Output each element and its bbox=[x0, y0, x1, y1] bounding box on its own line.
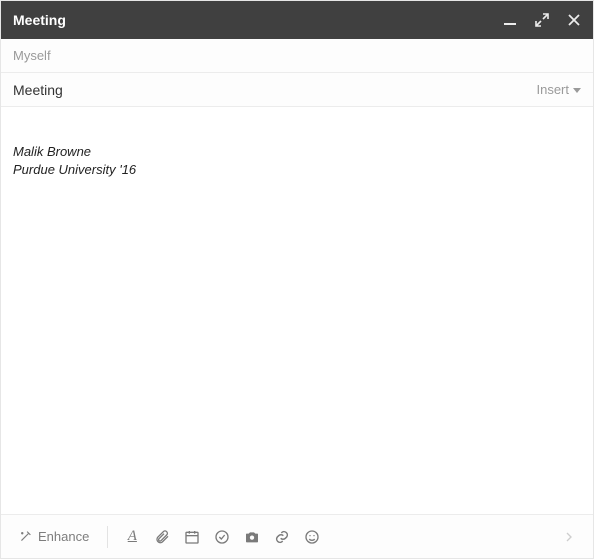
attach-button[interactable] bbox=[148, 523, 176, 551]
more-button[interactable] bbox=[555, 523, 583, 551]
font-format-icon: A bbox=[128, 529, 137, 544]
expand-button[interactable] bbox=[535, 13, 549, 27]
close-button[interactable] bbox=[567, 13, 581, 27]
check-circle-icon bbox=[214, 529, 230, 545]
insert-template-button[interactable]: Insert bbox=[536, 82, 581, 97]
signature-line-1: Malik Browne bbox=[13, 143, 581, 161]
link-icon bbox=[274, 529, 290, 545]
photo-button[interactable] bbox=[238, 523, 266, 551]
emoji-button[interactable] bbox=[298, 523, 326, 551]
task-button[interactable] bbox=[208, 523, 236, 551]
enhance-label: Enhance bbox=[38, 529, 89, 544]
message-body[interactable]: Malik Browne Purdue University '16 bbox=[1, 107, 593, 514]
compose-toolbar: Enhance A bbox=[1, 514, 593, 558]
compose-window: Meeting Myself bbox=[0, 0, 594, 559]
magic-wand-icon bbox=[19, 530, 32, 543]
link-button[interactable] bbox=[268, 523, 296, 551]
calendar-icon bbox=[184, 529, 200, 545]
titlebar: Meeting bbox=[1, 1, 593, 39]
toolbar-separator bbox=[107, 526, 108, 548]
caret-down-icon bbox=[573, 86, 581, 94]
camera-icon bbox=[244, 529, 260, 545]
subject-row: Insert bbox=[1, 73, 593, 107]
enhance-button[interactable]: Enhance bbox=[11, 525, 97, 548]
recipient-chip: Myself bbox=[13, 48, 51, 63]
minimize-button[interactable] bbox=[503, 13, 517, 27]
paperclip-icon bbox=[154, 529, 170, 545]
chevron-right-icon bbox=[561, 529, 577, 545]
smile-icon bbox=[304, 529, 320, 545]
insert-label: Insert bbox=[536, 82, 569, 97]
window-title: Meeting bbox=[13, 12, 503, 28]
calendar-button[interactable] bbox=[178, 523, 206, 551]
titlebar-actions bbox=[503, 13, 581, 27]
recipients-row[interactable]: Myself bbox=[1, 39, 593, 73]
font-format-button[interactable]: A bbox=[118, 523, 146, 551]
subject-input[interactable] bbox=[13, 82, 536, 98]
signature-line-2: Purdue University '16 bbox=[13, 161, 581, 179]
